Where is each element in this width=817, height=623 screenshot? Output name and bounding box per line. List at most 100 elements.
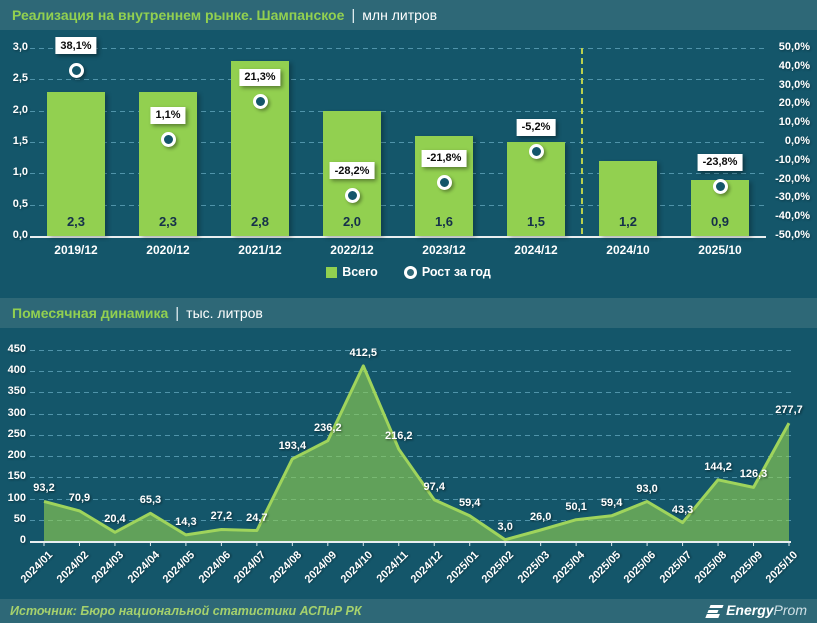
x-axis-month-label: 2024/07 (232, 549, 269, 586)
point-value-label: 27,2 (211, 510, 232, 522)
growth-marker-icon (69, 63, 84, 78)
secondary-axis-tick-label: 40,0% (762, 60, 810, 72)
x-axis-month-label: 2025/05 (587, 549, 624, 586)
y-axis-tick-label: 1,5 (2, 135, 28, 147)
legend-total-label: Всего (342, 265, 378, 279)
logo-prom-text: Prom (774, 602, 807, 618)
x-axis-month-label: 2025/08 (693, 549, 730, 586)
secondary-axis-tick-label: -40,0% (762, 210, 810, 222)
x-axis-month-label: 2024/01 (19, 549, 56, 586)
chart1-header: Реализация на внутреннем рынке. Шампанск… (0, 0, 817, 30)
secondary-axis-tick-label: 0,0% (762, 135, 810, 147)
x-axis-category-label: 2021/12 (215, 243, 305, 257)
gridline (30, 456, 791, 457)
point-value-label: 43,3 (672, 504, 693, 516)
gridline (30, 477, 791, 478)
bar-value-label: 1,5 (507, 214, 565, 229)
x-axis-category-label: 2022/12 (307, 243, 397, 257)
energyprom-logo: EnergyProm (708, 602, 807, 620)
x-axis-month-label: 2025/06 (622, 549, 659, 586)
point-value-label: 412,5 (350, 347, 378, 359)
legend-total-swatch-icon (326, 267, 337, 278)
growth-value-label: 38,1% (55, 37, 96, 54)
chart2-unit: тыс. литров (186, 305, 263, 321)
growth-marker-icon (161, 132, 176, 147)
gridline (30, 350, 791, 351)
gridline (30, 79, 766, 80)
energyprom-lightning-icon (706, 605, 724, 618)
growth-value-label: 1,1% (150, 107, 185, 124)
secondary-axis-tick-label: -20,0% (762, 173, 810, 185)
point-value-label: 277,7 (775, 404, 803, 416)
y-axis-tick-label: 100 (0, 492, 26, 504)
bar-value-label: 2,3 (47, 214, 105, 229)
bar-value-label: 0,9 (691, 214, 749, 229)
y-axis-tick-label: 0 (0, 534, 26, 546)
x-axis-line (30, 236, 766, 238)
x-axis-month-label: 2024/02 (54, 549, 91, 586)
x-axis-month-label: 2024/12 (409, 549, 446, 586)
y-axis-tick-label: 1,0 (2, 166, 28, 178)
x-axis-month-label: 2025/01 (445, 549, 482, 586)
point-value-label: 59,4 (459, 497, 480, 509)
point-value-label: 93,0 (636, 483, 657, 495)
x-axis-category-label: 2023/12 (399, 243, 489, 257)
legend-item-total: Всего (326, 265, 378, 279)
growth-marker-icon (529, 144, 544, 159)
chart1-title: Реализация на внутреннем рынке. Шампанск… (12, 7, 344, 23)
point-value-label: 65,3 (140, 494, 161, 506)
y-axis-tick-label: 3,0 (2, 41, 28, 53)
growth-marker-icon (253, 94, 268, 109)
point-value-label: 97,4 (424, 481, 445, 493)
secondary-axis-tick-label: 50,0% (762, 41, 810, 53)
bar-value-label: 1,6 (415, 214, 473, 229)
y-axis-tick-label: 2,0 (2, 104, 28, 116)
chart2-title-separator: | (175, 305, 179, 322)
y-axis-tick-label: 50 (0, 513, 26, 525)
point-value-label: 193,4 (279, 440, 307, 452)
x-axis-month-label: 2024/08 (267, 549, 304, 586)
growth-marker-icon (345, 188, 360, 203)
x-axis-month-label: 2025/10 (764, 549, 801, 586)
growth-value-label: -21,8% (422, 150, 467, 167)
x-axis-category-label: 2025/10 (675, 243, 765, 257)
gridline (30, 48, 766, 49)
point-value-label: 20,4 (104, 513, 125, 525)
y-axis-tick-label: 450 (0, 343, 26, 355)
source-note: Источник: Бюро национальной статистики А… (10, 604, 362, 618)
x-axis-month-label: 2024/05 (161, 549, 198, 586)
chart1-unit: млн литров (362, 7, 437, 23)
x-axis-month-label: 2024/11 (374, 549, 410, 585)
legend-growth-label: Рост за год (422, 265, 491, 279)
chart1-legend: Всего Рост за год (0, 265, 817, 279)
point-value-label: 50,1 (565, 501, 586, 513)
x-axis-category-label: 2019/12 (31, 243, 121, 257)
x-axis-month-label: 2024/06 (196, 549, 233, 586)
x-axis-month-label: 2024/04 (125, 549, 162, 586)
secondary-axis-tick-label: 20,0% (762, 97, 810, 109)
point-value-label: 126,3 (740, 468, 768, 480)
x-axis-month-label: 2025/07 (657, 549, 694, 586)
infographic-canvas: Реализация на внутреннем рынке. Шампанск… (0, 0, 817, 623)
point-value-label: 70,9 (69, 492, 90, 504)
y-axis-tick-label: 300 (0, 407, 26, 419)
x-axis-month-label: 2024/03 (90, 549, 127, 586)
y-axis-tick-label: 150 (0, 470, 26, 482)
bar-value-label: 1,2 (599, 214, 657, 229)
x-axis-month-label: 2025/02 (480, 549, 517, 586)
y-axis-tick-label: 350 (0, 385, 26, 397)
x-axis-month-label: 2024/10 (338, 549, 375, 586)
y-axis-tick-label: 250 (0, 428, 26, 440)
point-value-label: 26,0 (530, 511, 551, 523)
period-separator-line (581, 48, 583, 236)
x-axis-month-label: 2025/03 (516, 549, 553, 586)
point-value-label: 93,2 (33, 482, 54, 494)
point-value-label: 3,0 (498, 521, 513, 533)
chart1-title-separator: | (351, 7, 355, 24)
secondary-axis-tick-label: -10,0% (762, 154, 810, 166)
chart2-title: Помесячная динамика (12, 305, 168, 321)
total-bar (231, 61, 289, 236)
x-axis-month-label: 2025/09 (728, 549, 765, 586)
footer-bar: Источник: Бюро национальной статистики А… (0, 599, 817, 623)
point-value-label: 216,2 (385, 430, 413, 442)
